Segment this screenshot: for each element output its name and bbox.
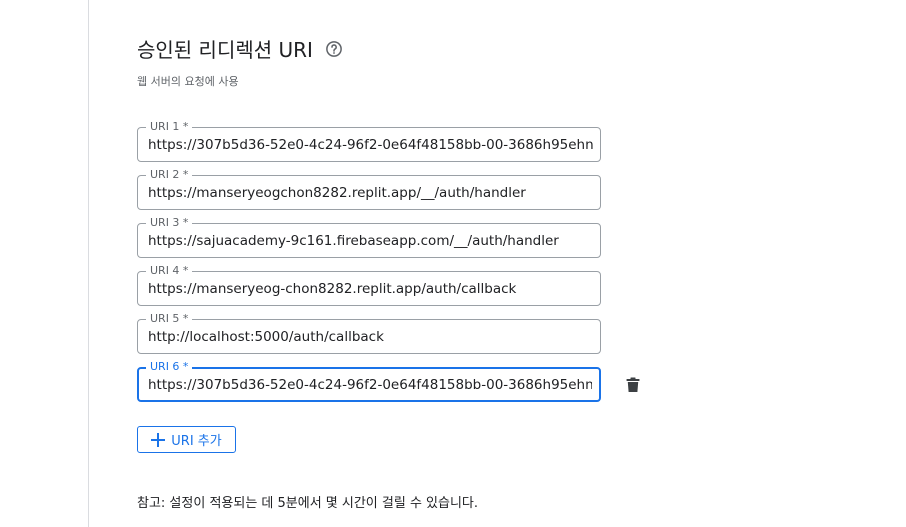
add-uri-button[interactable]: URI 추가 bbox=[137, 426, 236, 453]
section-subtitle: 웹 서버의 요청에 사용 bbox=[137, 75, 239, 88]
uri-field-4[interactable]: URI 4 * bbox=[137, 264, 601, 306]
uri-field-3[interactable]: URI 3 * bbox=[137, 216, 601, 258]
add-uri-label: URI 추가 bbox=[171, 434, 222, 449]
uri-input-2[interactable] bbox=[148, 176, 594, 209]
help-icon[interactable] bbox=[325, 40, 343, 58]
uri-field-6[interactable]: URI 6 * bbox=[137, 360, 601, 402]
uri-input-1[interactable] bbox=[148, 128, 594, 161]
left-divider bbox=[88, 0, 89, 527]
uri-field-2[interactable]: URI 2 * bbox=[137, 168, 601, 210]
trash-icon bbox=[626, 377, 640, 392]
uri-input-6[interactable] bbox=[148, 369, 592, 400]
uri-field-5[interactable]: URI 5 * bbox=[137, 312, 601, 354]
plus-icon bbox=[151, 432, 166, 447]
section-title-text: 승인된 리디렉션 URI bbox=[137, 38, 313, 62]
uri-input-3[interactable] bbox=[148, 224, 594, 257]
uri-field-1[interactable]: URI 1 * bbox=[137, 120, 601, 162]
delete-uri-button[interactable] bbox=[622, 374, 644, 396]
section-title: 승인된 리디렉션 URI bbox=[137, 34, 343, 63]
uri-input-5[interactable] bbox=[148, 320, 594, 353]
note-text: 참고: 설정이 적용되는 데 5분에서 몇 시간이 걸릴 수 있습니다. bbox=[137, 496, 479, 511]
uri-input-4[interactable] bbox=[148, 272, 594, 305]
